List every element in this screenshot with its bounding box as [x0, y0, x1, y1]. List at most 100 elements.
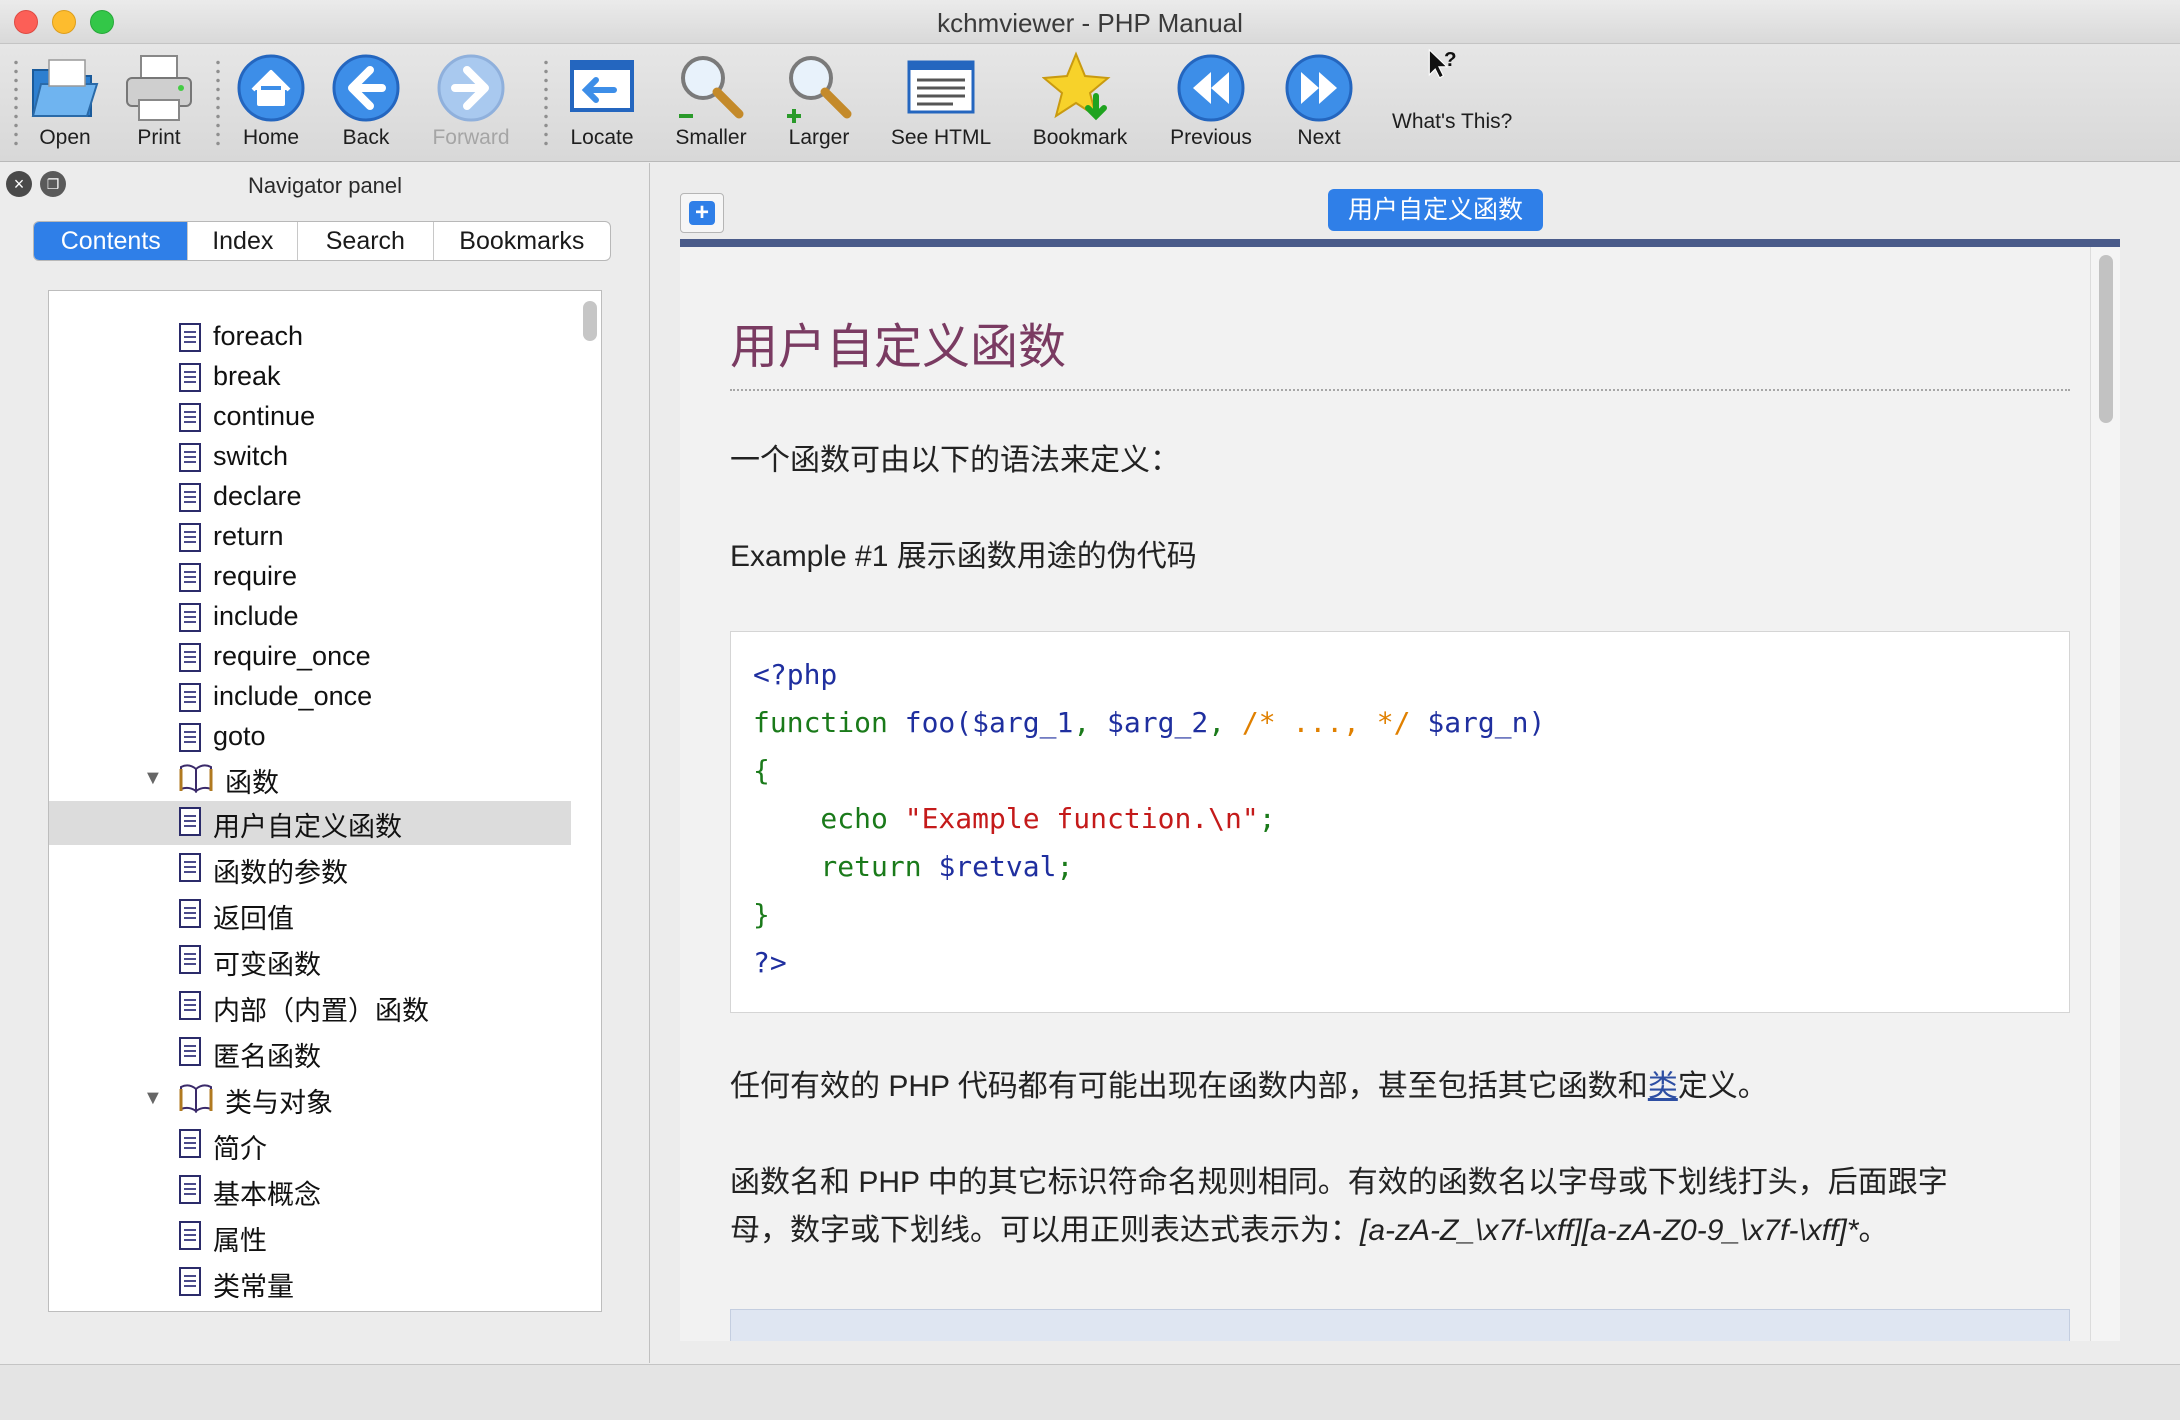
tree-item-label: switch	[213, 441, 289, 471]
back-label: Back	[342, 126, 390, 149]
document-scrollbar[interactable]	[2090, 247, 2120, 1341]
document-scrollbar-thumb[interactable]	[2099, 255, 2113, 423]
tree-item[interactable]: foreach	[49, 317, 571, 361]
tree-item[interactable]: 基本概念	[49, 1169, 571, 1213]
tree-item[interactable]: 属性	[49, 1215, 571, 1259]
navigator-title: Navigator panel	[247, 173, 403, 198]
page-icon	[179, 523, 201, 552]
page-icon	[179, 1129, 201, 1158]
next-button[interactable]: Next	[1284, 44, 1354, 162]
page-icon	[179, 1267, 201, 1296]
tree-item-label: declare	[213, 481, 302, 511]
forward-label: Forward	[432, 126, 510, 149]
tree-item-label: 属性	[213, 1226, 267, 1256]
html-source-icon	[907, 60, 975, 114]
tree-item-label: 用户自定义函数	[213, 812, 402, 842]
whats-this-button[interactable]: ? What's This?	[1392, 44, 1512, 162]
document-top-bar	[680, 239, 2120, 247]
print-button[interactable]: Print	[124, 44, 194, 162]
expand-arrow-icon[interactable]: ▼	[143, 767, 163, 790]
next-icon	[1285, 54, 1353, 122]
next-label: Next	[1297, 126, 1341, 149]
page-icon	[179, 853, 201, 882]
tree-item[interactable]: return	[49, 517, 571, 561]
page-icon	[179, 991, 201, 1020]
tree-item[interactable]: require_once	[49, 637, 571, 681]
page-title: 用户自定义函数	[730, 321, 1067, 374]
forward-button[interactable]: Forward	[432, 44, 510, 162]
tree-item[interactable]: 类常量	[49, 1261, 571, 1305]
tree-folder[interactable]: ▼ 函数	[49, 757, 571, 801]
page-icon	[179, 563, 201, 592]
tree-item-label: 匿名函数	[213, 1042, 321, 1072]
tree-item-label: return	[213, 521, 284, 551]
tree-item[interactable]: require	[49, 557, 571, 601]
tree-item[interactable]: goto	[49, 717, 571, 761]
new-tab-button[interactable]: +	[680, 193, 724, 233]
tree-scrollbar-thumb[interactable]	[583, 301, 597, 341]
open-button[interactable]: Open	[30, 44, 100, 162]
tree-item[interactable]: 函数的参数	[49, 847, 571, 891]
home-button[interactable]: Home	[236, 44, 306, 162]
tab-contents[interactable]: Contents	[34, 222, 189, 260]
document-view[interactable]: 用户自定义函数 一个函数可由以下的语法来定义： Example #1 展示函数用…	[680, 239, 2120, 1341]
code-line: return $retval;	[753, 850, 1074, 883]
see-html-button[interactable]: See HTML	[891, 44, 991, 162]
tree-item-label: include	[213, 601, 299, 631]
whats-this-label: What's This?	[1392, 110, 1513, 133]
page-icon	[179, 899, 201, 928]
back-button[interactable]: Back	[331, 44, 401, 162]
home-label: Home	[242, 126, 300, 149]
zoom-in-icon	[787, 56, 852, 123]
tree-item[interactable]: 匿名函数	[49, 1031, 571, 1075]
tree-item-label: require	[213, 561, 298, 591]
smaller-button[interactable]: Smaller	[675, 44, 747, 162]
page-icon	[179, 1037, 201, 1066]
contents-tree[interactable]: foreach break continue switch declare return r…	[48, 290, 602, 1312]
larger-button[interactable]: Larger	[784, 44, 854, 162]
locate-button[interactable]: Locate	[567, 44, 637, 162]
tree-item[interactable]: break	[49, 357, 571, 401]
open-book-icon	[179, 764, 213, 793]
larger-label: Larger	[788, 126, 850, 149]
open-book-icon	[179, 1084, 213, 1113]
page-icon	[179, 323, 201, 352]
tree-item[interactable]: include	[49, 597, 571, 641]
tree-item-label: 类的自动加载	[213, 1311, 375, 1312]
tree-item[interactable]: include_once	[49, 677, 571, 721]
document-tab[interactable]: 用户自定义函数	[1328, 189, 1544, 231]
previous-button[interactable]: Previous	[1170, 44, 1252, 162]
tree-folder[interactable]: ▼ 类与对象	[49, 1077, 571, 1121]
body-paragraph: 母，数字或下划线。可以用正则表达式表示为：[a-zA-Z_\x7f-\xff][…	[730, 1214, 1889, 1247]
locate-icon	[570, 60, 634, 112]
bookmark-button[interactable]: Bookmark	[1033, 44, 1127, 162]
previous-icon	[1177, 54, 1245, 122]
code-line: }	[753, 898, 770, 931]
tab-index[interactable]: Index	[188, 222, 299, 260]
tree-item[interactable]: continue	[49, 397, 571, 441]
page-icon	[179, 807, 201, 836]
tree-item[interactable]: declare	[49, 477, 571, 521]
title-bar: kchmviewer - PHP Manual	[0, 0, 2180, 44]
tree-item[interactable]: 可变函数	[49, 939, 571, 983]
page-icon	[179, 683, 201, 712]
code-line: <?php	[753, 658, 838, 691]
tree-item[interactable]: 简介	[49, 1123, 571, 1167]
tree-item[interactable]: 类的自动加载	[49, 1307, 571, 1312]
tree-item-label: require_once	[213, 641, 371, 671]
tree-item-label: 基本概念	[213, 1180, 321, 1210]
tree-item[interactable]: 返回值	[49, 893, 571, 937]
tree-item[interactable]: switch	[49, 437, 571, 481]
class-link[interactable]: 类	[1648, 1070, 1678, 1103]
tab-bookmarks[interactable]: Bookmarks	[434, 222, 610, 260]
code-line: ?>	[753, 946, 787, 979]
home-icon	[237, 54, 305, 122]
intro-paragraph: 一个函数可由以下的语法来定义：	[730, 444, 1180, 477]
tree-item[interactable]: 内部（内置）函数	[49, 985, 571, 1029]
tab-search[interactable]: Search	[298, 222, 434, 260]
regex-text: [a-zA-Z_\x7f-\xff][a-zA-Z0-9_\x7f-\xff]*	[1360, 1214, 1859, 1247]
tree-item[interactable]: 用户自定义函数	[49, 801, 571, 845]
app-window: kchmviewer - PHP Manual Open Print Home …	[0, 0, 2180, 1420]
code-line: function foo($arg_1, $arg_2, /* ..., */ …	[753, 706, 1546, 739]
expand-arrow-icon[interactable]: ▼	[143, 1087, 163, 1110]
